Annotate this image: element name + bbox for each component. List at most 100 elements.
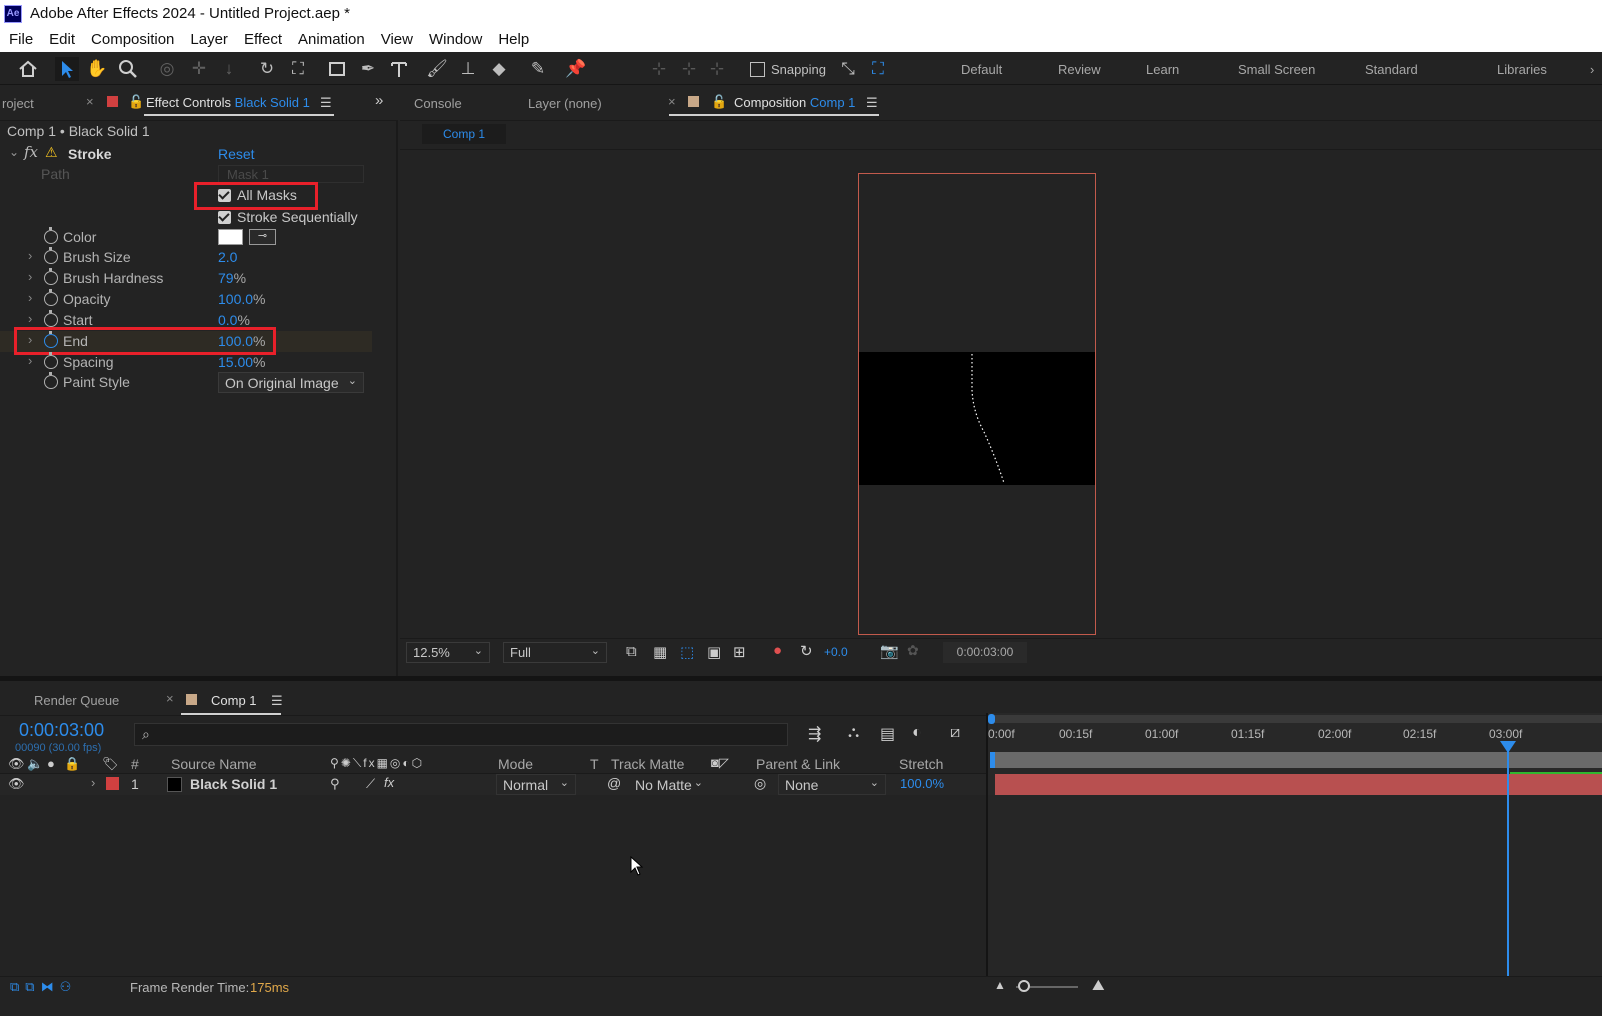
brush-hardness-number[interactable]: 79 [218, 270, 234, 286]
stopwatch-icon[interactable] [44, 310, 58, 327]
channels-icon[interactable]: ● [773, 642, 782, 659]
comp-breadcrumb[interactable]: Comp 1 [422, 124, 506, 144]
expand-chevron-icon[interactable]: › [28, 290, 32, 305]
layer-duration-bar[interactable] [995, 774, 1602, 795]
column-track-matte[interactable]: Track Matte [611, 756, 684, 772]
fast-preview-icon[interactable]: ⧉ [626, 643, 637, 660]
menu-edit[interactable]: Edit [40, 31, 82, 48]
workspace-review[interactable]: Review [1058, 62, 1101, 77]
panel-menu-icon[interactable]: ☰ [866, 95, 878, 111]
color-swatch[interactable] [218, 229, 243, 245]
matte-pickwhip-icon[interactable]: @ [607, 775, 621, 791]
workspace-small-screen[interactable]: Small Screen [1238, 62, 1315, 77]
stopwatch-icon[interactable] [44, 227, 58, 244]
tab-render-queue[interactable]: Render Queue [34, 693, 119, 708]
close-tab-icon[interactable]: × [166, 691, 174, 706]
layer-label-color[interactable] [106, 777, 119, 790]
reset-exposure-icon[interactable]: ↻ [800, 642, 813, 660]
frame-blending-icon[interactable]: ◐ [912, 724, 922, 742]
selection-tool-icon[interactable] [55, 57, 79, 81]
workspace-default[interactable]: Default [961, 62, 1002, 77]
lock-icon[interactable]: 🔒 [64, 756, 80, 772]
draft-3d-icon[interactable]: ⛬ [848, 724, 859, 742]
timeline-toggle-icons[interactable]: ⧉⧉⧓⚇ [10, 979, 77, 995]
spacing-number[interactable]: 15.00 [218, 354, 253, 370]
column-stretch[interactable]: Stretch [899, 756, 943, 772]
quality-switch-icon[interactable]: ⟋ [366, 776, 375, 792]
workspace-libraries[interactable]: Libraries [1497, 62, 1547, 77]
puppet-pin-tool-icon[interactable]: 📌 [564, 57, 588, 81]
opacity-value[interactable]: 100.0% [218, 291, 266, 307]
zoom-tool-icon[interactable] [116, 57, 140, 81]
show-snapshot-icon[interactable]: ✿ [907, 642, 919, 659]
roto-brush-tool-icon[interactable]: ✎ [526, 57, 550, 81]
audio-icon[interactable]: 🔈 [27, 756, 43, 772]
expand-chevron-icon[interactable]: › [28, 311, 32, 326]
column-mode[interactable]: Mode [498, 756, 533, 772]
work-area-bar[interactable] [992, 715, 1602, 723]
snapping-checkbox[interactable] [750, 62, 765, 77]
paint-style-dropdown[interactable]: On Original Image ⌄ [218, 372, 364, 393]
work-area-start-handle[interactable] [988, 714, 995, 724]
expand-chevron-icon[interactable]: › [91, 775, 95, 790]
black-solid-layer[interactable] [859, 352, 1095, 485]
start-number[interactable]: 0.0 [218, 312, 237, 328]
menu-help[interactable]: Help [489, 31, 536, 48]
zoom-in-icon[interactable]: ⛰ [1092, 977, 1105, 994]
expand-chevron-icon[interactable]: › [28, 269, 32, 284]
grid-guides-icon[interactable]: ⊞ [733, 643, 746, 661]
tab-composition[interactable]: Composition Comp 1 [734, 95, 855, 110]
pan-camera-icon[interactable]: ✛ [187, 57, 211, 81]
rectangle-tool-icon[interactable] [325, 57, 349, 81]
brush-tool-icon[interactable]: 🖌 [425, 57, 449, 81]
panel-menu-icon[interactable]: ☰ [271, 693, 283, 709]
home-icon[interactable] [16, 57, 40, 81]
close-tab-icon[interactable]: × [668, 94, 676, 109]
current-time-display[interactable]: 0:00:03:00 [19, 720, 104, 741]
matte-switch-icons[interactable]: ◙◸ [711, 755, 729, 771]
menu-window[interactable]: Window [420, 31, 489, 48]
clone-stamp-tool-icon[interactable]: ⊥ [456, 57, 480, 81]
region-of-interest-icon[interactable]: ▣ [707, 643, 721, 661]
expand-panels-icon[interactable]: » [375, 92, 383, 109]
eraser-tool-icon[interactable]: ◆ [487, 57, 511, 81]
collapse-chevron-icon[interactable]: ⌄ [9, 145, 19, 159]
spacing-value[interactable]: 15.00% [218, 354, 266, 370]
brush-size-number[interactable]: 2.0 [218, 249, 237, 265]
rotation-tool-icon[interactable]: ↻ [255, 57, 279, 81]
solo-icon[interactable]: ● [47, 756, 55, 771]
composition-mini-flowchart-icon[interactable]: ⇶ [808, 724, 821, 744]
menu-animation[interactable]: Animation [289, 31, 372, 48]
workspace-overflow-icon[interactable]: › [1590, 62, 1594, 77]
workspace-standard[interactable]: Standard [1365, 62, 1418, 77]
shy-switch-icon[interactable]: ⚲ [330, 776, 340, 792]
stroke-sequentially-check-icon[interactable] [218, 211, 231, 224]
tab-project[interactable]: roject [2, 96, 34, 111]
menu-composition[interactable]: Composition [82, 31, 181, 48]
expand-chevron-icon[interactable]: › [28, 353, 32, 368]
effect-stroke-row[interactable]: ⌄ fx ⚠ Stroke Reset [0, 143, 372, 165]
brush-hardness-value[interactable]: 79% [218, 270, 246, 286]
stretch-value[interactable]: 100.0% [900, 776, 944, 791]
stroke-sequentially-checkbox[interactable]: Stroke Sequentially [218, 209, 358, 225]
pan-behind-tool-icon[interactable]: ⛶ [286, 57, 310, 81]
hide-shy-layers-icon[interactable]: ▤ [880, 724, 895, 744]
mode-dropdown[interactable]: Normal ⌄ [496, 774, 576, 795]
stopwatch-icon[interactable] [44, 268, 58, 285]
brush-size-value[interactable]: 2.0 [218, 249, 237, 265]
column-source-name[interactable]: Source Name [171, 756, 257, 772]
workspace-learn[interactable]: Learn [1146, 62, 1179, 77]
zoom-dropdown[interactable]: 12.5% ⌄ [406, 642, 490, 663]
label-tag-icon[interactable]: 🏷 [102, 756, 119, 772]
resolution-dropdown[interactable]: Full ⌄ [503, 642, 607, 663]
lock-icon[interactable]: 🔓 [711, 94, 727, 110]
timeline-search-input[interactable]: ⌕ [134, 723, 788, 746]
type-tool-icon[interactable] [387, 57, 411, 81]
layer-name[interactable]: Black Solid 1 [190, 776, 277, 792]
zoom-out-icon[interactable]: ▲ [994, 978, 1006, 992]
timeline-start-marker[interactable] [990, 752, 995, 768]
stopwatch-icon[interactable] [44, 352, 58, 369]
fx-icon[interactable]: fx [384, 775, 394, 790]
expand-chevron-icon[interactable]: › [28, 248, 32, 263]
axis-local-icon[interactable]: ⊹ [647, 57, 671, 81]
